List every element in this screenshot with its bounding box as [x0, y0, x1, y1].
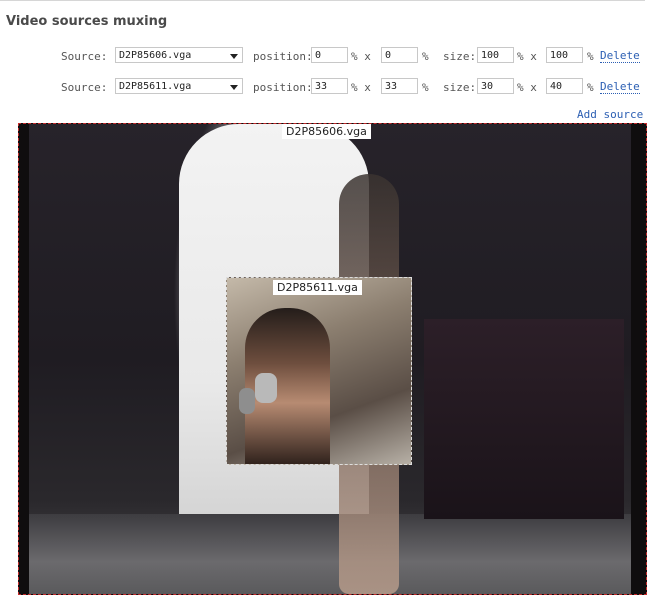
- pct-x-label: % x: [517, 81, 537, 94]
- chevron-down-icon: [230, 54, 238, 59]
- add-source-link[interactable]: Add source: [577, 108, 643, 121]
- pct-label: %: [587, 50, 594, 63]
- position-x-input-2[interactable]: 33: [311, 78, 348, 94]
- floor-image: [29, 514, 631, 594]
- pct-x-label: % x: [351, 81, 371, 94]
- size-w-input-1[interactable]: 100: [477, 47, 514, 63]
- size-label: size:: [443, 81, 477, 94]
- layer-1-caption: D2P85606.vga: [282, 124, 371, 139]
- delete-link-1[interactable]: Delete: [600, 50, 640, 63]
- panel-title: Video sources muxing: [6, 14, 168, 29]
- pct-label: %: [422, 81, 429, 94]
- source-label: Source:: [61, 50, 108, 63]
- pct-label: %: [587, 81, 594, 94]
- size-h-input-2[interactable]: 40: [546, 78, 583, 94]
- size-h-input-1[interactable]: 100: [546, 47, 583, 63]
- layer-2-video[interactable]: D2P85611.vga: [226, 277, 412, 465]
- source-select-2[interactable]: D2P85611.vga: [115, 78, 243, 94]
- pct-x-label: % x: [517, 50, 537, 63]
- position-label: position:: [253, 81, 313, 94]
- source-select-value: D2P85606.vga: [119, 50, 192, 61]
- position-label: position:: [253, 50, 313, 63]
- size-label: size:: [443, 50, 477, 63]
- piano-image: [424, 319, 624, 519]
- muxing-panel: Video sources muxing Source: D2P85606.vg…: [0, 0, 647, 597]
- layer-2-caption: D2P85611.vga: [273, 280, 362, 295]
- position-x-input-1[interactable]: 0: [311, 47, 348, 63]
- source-row-2: Source: D2P85611.vga position: 33 % x 33…: [0, 77, 647, 97]
- glove-image: [239, 388, 255, 414]
- glove-image: [255, 373, 277, 403]
- source-row-1: Source: D2P85606.vga position: 0 % x 0 %…: [0, 46, 647, 66]
- position-y-input-2[interactable]: 33: [381, 78, 418, 94]
- pct-label: %: [422, 50, 429, 63]
- mux-preview-stage: D2P85606.vga D2P85611.vga: [18, 123, 647, 595]
- source-select-value: D2P85611.vga: [119, 81, 192, 92]
- source-select-1[interactable]: D2P85606.vga: [115, 47, 243, 63]
- delete-link-2[interactable]: Delete: [600, 81, 640, 94]
- position-y-input-1[interactable]: 0: [381, 47, 418, 63]
- source-label: Source:: [61, 81, 108, 94]
- chevron-down-icon: [230, 85, 238, 90]
- pct-x-label: % x: [351, 50, 371, 63]
- size-w-input-2[interactable]: 30: [477, 78, 514, 94]
